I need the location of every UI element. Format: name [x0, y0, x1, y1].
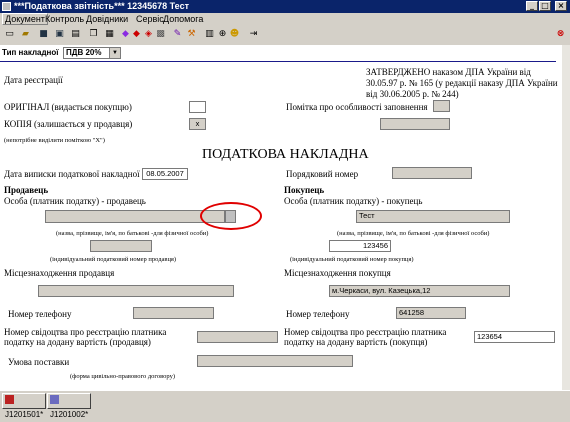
- approved-line-2: 30.05.97 р. № 165 (у редакції наказу ДПА…: [366, 78, 558, 88]
- special-marks-code-field[interactable]: [380, 118, 450, 130]
- approved-line-3: від 30.06.2005 р. № 244): [366, 89, 459, 99]
- chevron-down-icon[interactable]: ▼: [109, 48, 120, 58]
- terms-hint: (форма цивільно-правового договору): [70, 373, 175, 380]
- original-checkbox[interactable]: [189, 101, 206, 113]
- seller-ipn-hint: (індивідуальний податковий номер продавц…: [50, 256, 177, 263]
- minimize-button[interactable]: _: [526, 1, 538, 11]
- issue-date-label: Дата виписки податкової накладної: [4, 169, 140, 179]
- exit-icon[interactable]: ⇥: [248, 29, 259, 40]
- reg-date-label: Дата реєстрації: [4, 75, 63, 85]
- save-as-icon[interactable]: ▣: [54, 29, 65, 40]
- buyer-heading: Покупець: [284, 185, 325, 195]
- menu-document[interactable]: Документ: [2, 13, 48, 25]
- document-icon: [5, 395, 14, 404]
- buyer-location-label: Місцезнаходження покупця: [284, 268, 391, 278]
- seller-location-label: Місцезнаходження продавця: [4, 268, 115, 278]
- seller-heading: Продавець: [4, 185, 49, 195]
- invoice-type-select[interactable]: ПДВ 20% ▼: [63, 47, 121, 59]
- seller-phone-label: Номер телефону: [8, 309, 72, 319]
- invoice-type-label: Тип накладної: [2, 48, 59, 57]
- tab-label: J1201501*: [5, 410, 44, 419]
- buyer-phone-field[interactable]: 641258: [396, 307, 466, 319]
- copy-checkbox[interactable]: x: [189, 118, 206, 130]
- mark-note: (непотрібне виділити поміткою "Х"): [4, 137, 105, 144]
- special-marks-field[interactable]: [433, 100, 450, 112]
- red-book-icon[interactable]: ◆: [131, 29, 142, 40]
- buyer-cert-label-2: податку на додану вартість (покупця): [284, 337, 428, 347]
- buyer-phone-label: Номер телефону: [286, 309, 350, 319]
- buyer-person-label: Особа (платник податку) - покупець: [284, 196, 423, 206]
- buyer-cert-label-1: Номер свідоцтва про реєстрацію платника: [284, 327, 447, 337]
- close-window-button[interactable]: ×: [555, 1, 567, 11]
- original-label: ОРИГІНАЛ (видається покупцю): [4, 102, 132, 112]
- seller-phone-field[interactable]: [133, 307, 214, 319]
- special-marks-label: Помітка про особливості заповнення: [286, 102, 428, 112]
- menu-control[interactable]: Контроль: [43, 14, 86, 24]
- tab-j1201501[interactable]: J1201501*: [2, 393, 46, 419]
- print-preview-icon[interactable]: ▩: [155, 29, 166, 40]
- print-icon[interactable]: ▤: [70, 29, 81, 40]
- divider: [0, 61, 556, 62]
- document-icon: [50, 395, 59, 404]
- window-title: ***Податкова звітність*** 12345678 Тест: [14, 1, 189, 11]
- page-title: ПОДАТКОВА НАКЛАДНА: [202, 147, 369, 162]
- seller-person-label: Особа (платник податку) - продавець: [4, 196, 146, 206]
- edit-icon[interactable]: ✎: [172, 29, 183, 40]
- approved-line-1: ЗАТВЕРДЖЕНО наказом ДПА України від: [366, 67, 531, 77]
- terms-label: Умова поставки: [8, 357, 70, 367]
- buyer-ipn-hint: (індивідуальний податковий номер покупця…: [290, 256, 414, 263]
- document-tabs: J1201501* J1201002*: [0, 390, 570, 419]
- copy-label: КОПІЯ (залишається у продавця): [4, 119, 133, 129]
- seller-name-field[interactable]: [45, 210, 225, 223]
- issue-date-field[interactable]: 08.05.2007: [142, 168, 188, 180]
- vertical-scrollbar[interactable]: [562, 45, 570, 390]
- tab-j1201002[interactable]: J1201002*: [47, 393, 91, 419]
- tools-icon[interactable]: ⚒: [186, 29, 197, 40]
- seq-number-field[interactable]: [392, 167, 472, 179]
- title-bar: ***Податкова звітність*** 12345678 Тест …: [0, 0, 570, 13]
- zoom-icon[interactable]: ⊕: [217, 29, 228, 40]
- maximize-button[interactable]: □: [539, 1, 551, 11]
- seller-name-hint: (назва, прізвище, ім'я, по батькові -для…: [56, 230, 209, 237]
- seq-number-label: Порядковий номер: [286, 169, 359, 179]
- form-area: Тип накладної ПДВ 20% ▼ ЗАТВЕРДЖЕНО нака…: [0, 45, 570, 390]
- seller-cert-label-2: податку на додану вартість (продавця): [4, 337, 151, 347]
- close-document-icon[interactable]: ⊗: [555, 29, 566, 40]
- open-icon[interactable]: ▰: [20, 29, 31, 40]
- books-icon[interactable]: ◈: [143, 29, 154, 40]
- buyer-name-hint: (назва, прізвище, ім'я, по батькові -для…: [337, 230, 490, 237]
- terms-field[interactable]: [197, 355, 353, 367]
- seller-location-field[interactable]: [38, 285, 234, 297]
- copy-icon[interactable]: ❐: [88, 29, 99, 40]
- menu-references[interactable]: Довідники: [84, 14, 130, 24]
- tab-label: J1201002*: [50, 410, 89, 419]
- buyer-name-field[interactable]: Тест: [356, 210, 510, 223]
- seller-ipn-field[interactable]: [90, 240, 152, 252]
- book-icon[interactable]: ◆: [120, 29, 131, 40]
- seller-cert-label-1: Номер свідоцтва про реєстрацію платника: [4, 327, 167, 337]
- buyer-ipn-field[interactable]: 123456: [329, 240, 391, 252]
- menu-help[interactable]: Допомога: [161, 14, 205, 24]
- layout-icon[interactable]: ▥: [204, 29, 215, 40]
- new-icon[interactable]: ▭: [4, 29, 15, 40]
- save-icon[interactable]: ■: [38, 29, 49, 40]
- menu-bar: Документ Контроль Довідники Сервіс Допом…: [0, 13, 570, 27]
- help-icon[interactable]: ☻: [229, 29, 240, 40]
- highlight-circle: [200, 202, 262, 230]
- buyer-cert-field[interactable]: 123654: [474, 331, 555, 343]
- toolbar: ▭ ▰ ■ ▣ ▤ ❐ ▦ ◆ ◆ ◈ ▩ ✎ ⚒ ▥ ⊕ ☻ ⇥ ⊗: [0, 27, 570, 43]
- app-icon: [2, 2, 11, 11]
- paste-icon[interactable]: ▦: [104, 29, 115, 40]
- invoice-type-value: ПДВ 20%: [66, 48, 102, 57]
- buyer-location-field[interactable]: м.Черкаси, вул. Казецька,12: [329, 285, 510, 297]
- seller-cert-field[interactable]: [197, 331, 278, 343]
